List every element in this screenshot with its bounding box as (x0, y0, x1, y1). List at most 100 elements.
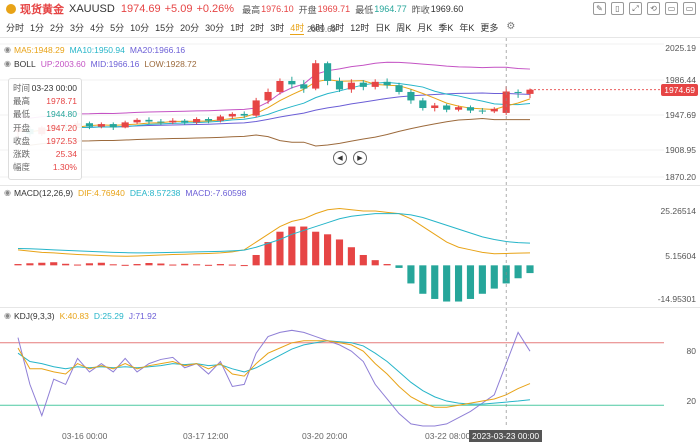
info-key: 最低 (13, 109, 31, 120)
macd-histogram-bar (454, 265, 463, 302)
info-value: 03-23 00:00 (31, 83, 77, 93)
candlestick-chart[interactable] (0, 0, 700, 444)
info-value: 1972.53 (46, 135, 77, 146)
candle-body (359, 82, 367, 87)
candle-body (133, 119, 141, 123)
candle-body (324, 63, 332, 81)
info-key: 幅度 (13, 162, 31, 173)
x-tick-current: 2023-03-23 00:00 (469, 430, 543, 442)
macd-histogram-bar (276, 231, 284, 266)
candle-body (109, 124, 117, 128)
macd-histogram-bar (371, 260, 379, 266)
x-tick: 03-20 20:00 (302, 431, 348, 441)
macd-histogram-bar (514, 265, 522, 279)
macd-histogram-bar (335, 239, 344, 266)
candle-body (371, 81, 379, 87)
info-value: 1944.80 (46, 109, 77, 120)
ohlc-info-panel: 时间 03-23 00:00 最高 1978.71 最低 1944.80 开盘 1947.20… (8, 78, 82, 180)
macd-histogram-bar (62, 263, 70, 266)
macd-histogram-bar (73, 264, 82, 266)
info-value: 1978.71 (46, 96, 77, 107)
candle-body (252, 100, 260, 116)
candle-body (466, 107, 475, 111)
candle-body (443, 105, 451, 110)
macd-histogram-bar (133, 264, 141, 266)
macd-histogram-bar (264, 242, 272, 266)
scroll-right-button[interactable]: ▶ (353, 151, 367, 165)
candle-body (383, 81, 391, 86)
macd-histogram-bar (466, 265, 475, 299)
macd-histogram-bar (121, 264, 129, 266)
macd-histogram-bar (85, 263, 94, 266)
macd-histogram-bar (383, 264, 391, 266)
candle-body (193, 119, 201, 123)
info-row: 收盘 1972.53 (13, 135, 77, 148)
candle-body (478, 110, 486, 112)
info-key: 涨跌 (13, 148, 31, 159)
macd-histogram-bar (490, 265, 498, 289)
candle-body (419, 100, 427, 109)
macd-histogram-bar (14, 264, 22, 266)
candle-body (395, 85, 403, 92)
x-tick: 03-22 08:00 (425, 431, 471, 441)
macd-histogram-bar (324, 234, 332, 266)
macd-histogram-bar (216, 264, 224, 266)
candle-body (407, 91, 415, 101)
macd-histogram-bar (300, 226, 308, 266)
macd-histogram-bar (288, 226, 296, 266)
x-tick: 03-17 12:00 (183, 431, 229, 441)
macd-histogram-bar (228, 264, 236, 266)
candle-body (288, 80, 296, 85)
candle-body (312, 63, 320, 89)
info-key: 开盘 (13, 122, 31, 133)
macd-histogram-bar (359, 254, 367, 266)
candle-body (85, 123, 94, 127)
info-row: 最高 1978.71 (13, 95, 77, 108)
macd-histogram-bar (419, 265, 427, 294)
macd-histogram-bar (407, 265, 415, 284)
candle-body (169, 120, 177, 123)
kdj-j-line (17, 329, 531, 427)
candle-body (454, 107, 463, 110)
candle-body (97, 124, 105, 127)
macd-histogram-bar (347, 247, 355, 266)
macd-dif-line (17, 207, 531, 257)
info-row: 开盘 1947.20 (13, 122, 77, 135)
macd-histogram-bar (145, 263, 153, 266)
macd-histogram-bar (252, 254, 260, 266)
candle-body (276, 80, 284, 92)
candle-body (240, 113, 248, 116)
macd-histogram-bar (478, 265, 486, 294)
macd-histogram-bar (50, 262, 58, 266)
macd-histogram-bar (431, 265, 439, 299)
info-value: 25.34 (55, 148, 77, 159)
candle-body (490, 108, 498, 112)
macd-histogram-bar (97, 262, 105, 266)
macd-histogram-bar (169, 264, 177, 266)
info-value: 1.30% (52, 162, 77, 173)
candle-body (431, 105, 439, 109)
info-row: 最低 1944.80 (13, 108, 77, 121)
info-key: 最高 (13, 96, 31, 107)
macd-histogram-bar (181, 263, 189, 266)
info-row: 幅度 1.30% (13, 161, 77, 174)
kdj-k-line (17, 340, 531, 408)
macd-histogram-bar (38, 262, 46, 266)
ma5-line (17, 79, 531, 133)
info-value: 1947.20 (46, 122, 77, 133)
info-row: 涨跌 25.34 (13, 148, 77, 161)
macd-histogram-bar (395, 265, 403, 268)
macd-histogram-bar (109, 264, 117, 266)
candle-body (264, 91, 272, 101)
candle-body (145, 119, 153, 122)
ma10-line (17, 81, 531, 133)
info-row: 时间 03-23 00:00 (13, 82, 77, 95)
macd-histogram-bar (157, 263, 165, 266)
macd-histogram-bar (526, 265, 534, 274)
macd-histogram-bar (204, 264, 213, 266)
candle-body (228, 113, 236, 117)
macd-histogram-bar (193, 264, 201, 266)
x-tick: 03-16 00:00 (62, 431, 108, 441)
scroll-left-button[interactable]: ◀ (333, 151, 347, 165)
macd-histogram-bar (240, 265, 248, 267)
